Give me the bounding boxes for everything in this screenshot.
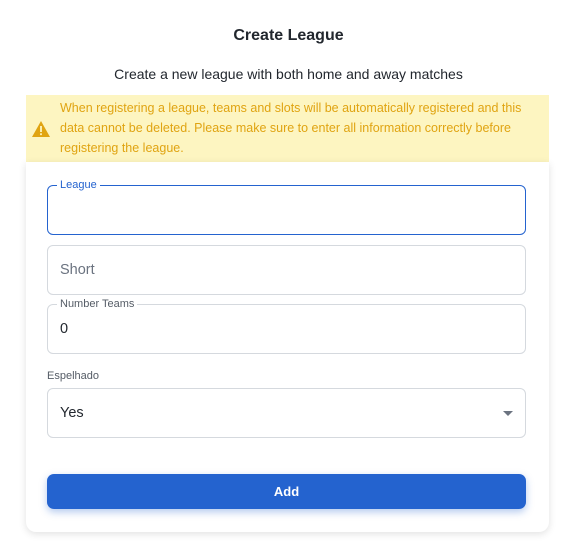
warning-icon [32,121,50,137]
alert-message: When registering a league, teams and slo… [60,101,522,155]
form-card: League Short Number Teams 0 Espelhado Ye… [26,162,549,532]
page-subtitle: Create a new league with both home and a… [114,66,463,82]
number-teams-label: Number Teams [57,297,138,311]
espelhado-value: Yes [60,405,84,421]
short-field[interactable]: Short [47,245,526,295]
page-title: Create League [233,27,344,44]
warning-alert: When registering a league, teams and slo… [26,95,549,162]
chevron-down-icon[interactable] [503,411,513,416]
espelhado-label: Espelhado [47,370,99,382]
add-button[interactable]: Add [47,474,526,509]
number-teams-input[interactable]: 0 [60,321,68,337]
create-league-page: Create League Create a new league with b… [0,0,577,560]
short-input[interactable]: Short [60,262,95,278]
league-label: League [57,178,100,192]
league-field[interactable]: League [47,178,526,235]
espelhado-select[interactable]: Yes [47,388,526,438]
number-teams-field[interactable]: Number Teams 0 [47,297,526,354]
